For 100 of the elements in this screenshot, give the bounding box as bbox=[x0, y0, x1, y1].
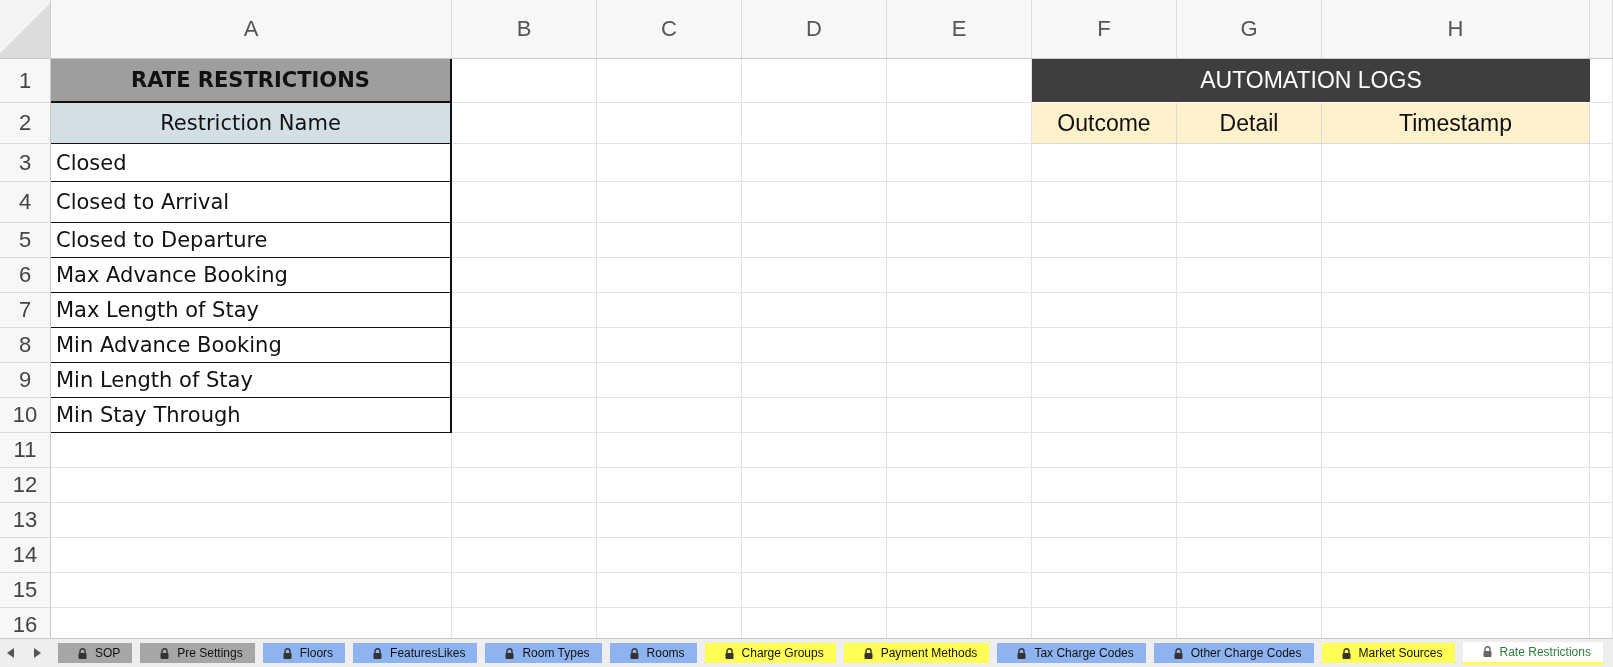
empty-cell[interactable] bbox=[887, 538, 1032, 573]
sheet-tab[interactable]: Payment Methods bbox=[843, 643, 990, 663]
empty-cell[interactable] bbox=[1590, 328, 1613, 363]
empty-cell[interactable] bbox=[1177, 468, 1322, 503]
empty-cell[interactable] bbox=[1322, 538, 1590, 573]
empty-cell[interactable] bbox=[742, 573, 887, 608]
sheet-tab[interactable]: SOP bbox=[58, 643, 133, 663]
column-header[interactable]: C bbox=[597, 0, 742, 59]
next-sheet-icon[interactable] bbox=[32, 647, 42, 659]
empty-cell[interactable] bbox=[742, 293, 887, 328]
row-header[interactable]: 5 bbox=[0, 223, 51, 258]
empty-cell[interactable] bbox=[452, 468, 597, 503]
empty-cell[interactable] bbox=[1177, 398, 1322, 433]
column-header[interactable]: D bbox=[742, 0, 887, 59]
row-header[interactable]: 2 bbox=[0, 103, 51, 144]
sheet-tab[interactable]: Market Sources bbox=[1321, 643, 1455, 663]
empty-cell[interactable] bbox=[887, 223, 1032, 258]
empty-cell[interactable] bbox=[1322, 223, 1590, 258]
empty-cell[interactable] bbox=[452, 538, 597, 573]
row-header[interactable]: 4 bbox=[0, 182, 51, 223]
empty-cell[interactable] bbox=[597, 433, 742, 468]
empty-cell[interactable] bbox=[1590, 223, 1613, 258]
empty-cell[interactable] bbox=[452, 573, 597, 608]
empty-cell[interactable] bbox=[597, 223, 742, 258]
empty-cell[interactable] bbox=[597, 144, 742, 182]
empty-cell[interactable] bbox=[1590, 468, 1613, 503]
row-header[interactable]: 1 bbox=[0, 59, 51, 103]
empty-cell[interactable] bbox=[1177, 503, 1322, 538]
empty-cell[interactable] bbox=[742, 59, 887, 103]
sheet-tab[interactable]: Other Charge Codes bbox=[1153, 643, 1314, 663]
empty-cell[interactable] bbox=[1322, 503, 1590, 538]
empty-cell[interactable] bbox=[452, 182, 597, 223]
empty-cell[interactable] bbox=[1177, 293, 1322, 328]
empty-cell[interactable] bbox=[1590, 398, 1613, 433]
empty-cell[interactable] bbox=[597, 293, 742, 328]
empty-cell[interactable] bbox=[1590, 182, 1613, 223]
empty-cell[interactable] bbox=[1590, 573, 1613, 608]
row-header[interactable]: 14 bbox=[0, 538, 51, 573]
sheet-tab[interactable]: Pre Settings bbox=[140, 643, 255, 663]
empty-cell[interactable] bbox=[742, 468, 887, 503]
empty-cell[interactable] bbox=[887, 293, 1032, 328]
empty-cell[interactable] bbox=[1177, 328, 1322, 363]
empty-cell[interactable] bbox=[1032, 363, 1177, 398]
row-header[interactable]: 8 bbox=[0, 328, 51, 363]
empty-cell[interactable] bbox=[452, 328, 597, 363]
empty-cell[interactable] bbox=[597, 59, 742, 103]
empty-cell[interactable] bbox=[742, 328, 887, 363]
row-header[interactable]: 12 bbox=[0, 468, 51, 503]
empty-cell[interactable] bbox=[887, 503, 1032, 538]
empty-cell[interactable] bbox=[1590, 258, 1613, 293]
empty-cell[interactable] bbox=[1590, 503, 1613, 538]
empty-cell[interactable] bbox=[742, 223, 887, 258]
empty-cell[interactable] bbox=[887, 433, 1032, 468]
empty-cell[interactable] bbox=[742, 182, 887, 223]
empty-cell[interactable] bbox=[1032, 573, 1177, 608]
empty-cell[interactable] bbox=[597, 503, 742, 538]
column-header[interactable]: A bbox=[51, 0, 452, 59]
row-header[interactable]: 6 bbox=[0, 258, 51, 293]
empty-cell[interactable] bbox=[452, 293, 597, 328]
empty-cell[interactable] bbox=[887, 398, 1032, 433]
empty-cell[interactable] bbox=[1177, 258, 1322, 293]
sheet-tab[interactable]: FeaturesLikes bbox=[353, 643, 478, 663]
empty-cell[interactable] bbox=[597, 398, 742, 433]
empty-cell[interactable] bbox=[1322, 573, 1590, 608]
empty-cell[interactable] bbox=[1032, 468, 1177, 503]
sheet-tab[interactable]: Tax Charge Codes bbox=[997, 643, 1146, 663]
empty-cell[interactable] bbox=[1032, 293, 1177, 328]
empty-cell[interactable] bbox=[1032, 328, 1177, 363]
empty-cell[interactable] bbox=[597, 103, 742, 144]
empty-cell[interactable] bbox=[597, 328, 742, 363]
empty-cell[interactable] bbox=[887, 182, 1032, 223]
empty-cell[interactable] bbox=[742, 363, 887, 398]
column-header[interactable]: F bbox=[1032, 0, 1177, 59]
row-header[interactable]: 15 bbox=[0, 573, 51, 608]
empty-cell[interactable] bbox=[1590, 144, 1613, 182]
empty-cell[interactable] bbox=[1177, 223, 1322, 258]
empty-cell[interactable] bbox=[1032, 433, 1177, 468]
empty-cell[interactable] bbox=[1177, 538, 1322, 573]
empty-cell[interactable] bbox=[887, 573, 1032, 608]
empty-cell[interactable] bbox=[597, 573, 742, 608]
empty-cell[interactable] bbox=[452, 398, 597, 433]
empty-cell[interactable] bbox=[597, 538, 742, 573]
empty-cell[interactable] bbox=[1032, 398, 1177, 433]
empty-cell[interactable] bbox=[1032, 503, 1177, 538]
empty-cell[interactable] bbox=[1322, 293, 1590, 328]
empty-cell[interactable] bbox=[1590, 538, 1613, 573]
empty-cell[interactable] bbox=[742, 258, 887, 293]
empty-cell[interactable] bbox=[452, 503, 597, 538]
empty-cell[interactable] bbox=[1322, 182, 1590, 223]
empty-cell[interactable] bbox=[1177, 573, 1322, 608]
empty-cell[interactable] bbox=[1032, 223, 1177, 258]
empty-cell[interactable] bbox=[1177, 182, 1322, 223]
empty-cell[interactable] bbox=[1590, 293, 1613, 328]
sheet-tab[interactable]: Floors bbox=[262, 643, 346, 663]
empty-cell[interactable] bbox=[1322, 363, 1590, 398]
empty-cell[interactable] bbox=[452, 363, 597, 398]
empty-cell[interactable] bbox=[1322, 433, 1590, 468]
empty-cell[interactable] bbox=[742, 398, 887, 433]
previous-sheet-icon[interactable] bbox=[6, 647, 16, 659]
empty-cell[interactable] bbox=[1322, 468, 1590, 503]
